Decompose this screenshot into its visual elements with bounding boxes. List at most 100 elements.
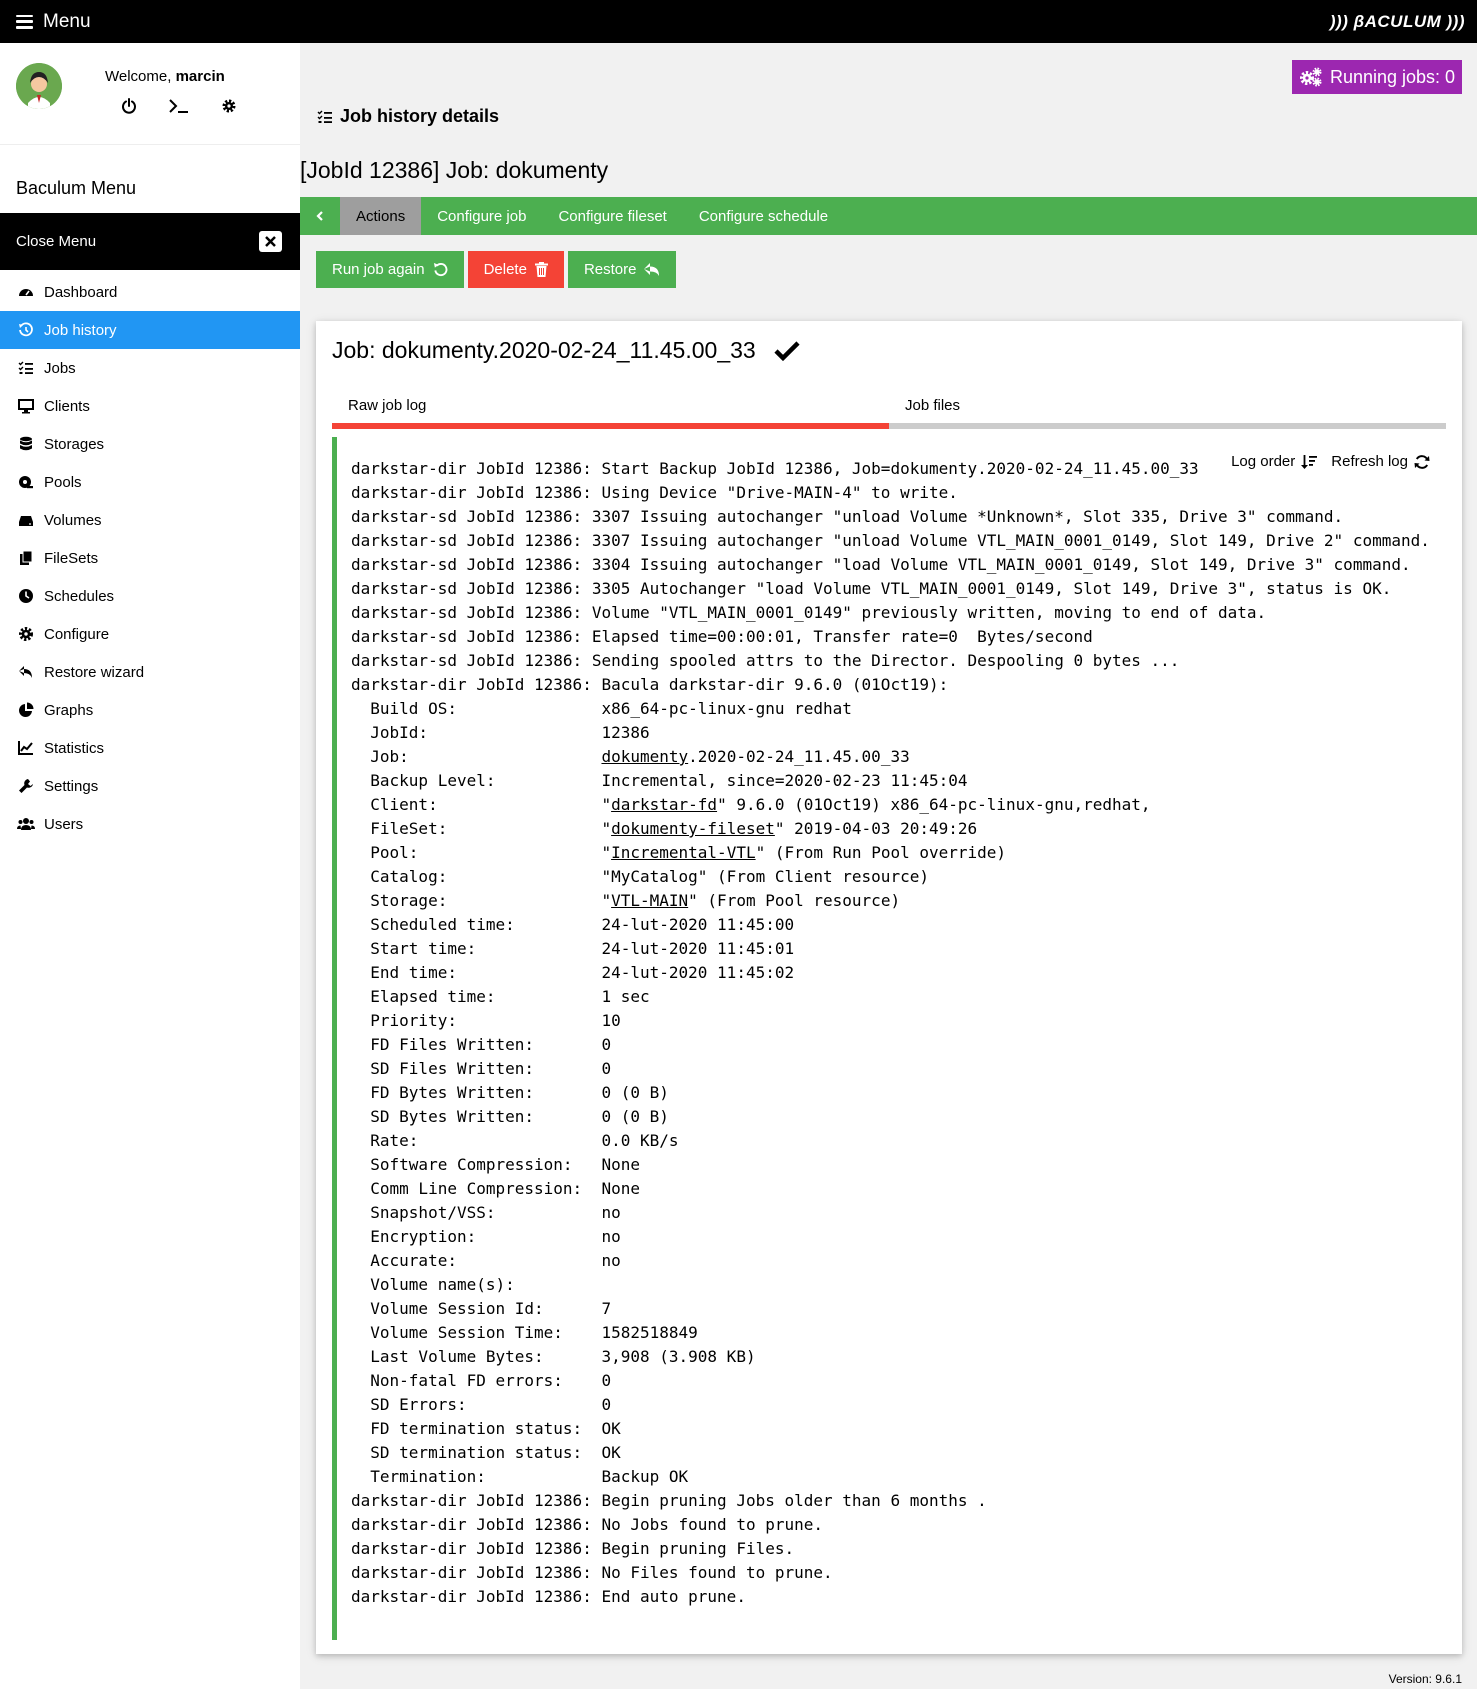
sidebar-item-dashboard[interactable]: Dashboard bbox=[0, 273, 300, 311]
tab-configure-schedule[interactable]: Configure schedule bbox=[683, 197, 844, 235]
log-line: darkstar-dir JobId 12386: End auto prune… bbox=[351, 1587, 746, 1606]
tab-actions[interactable]: Actions bbox=[340, 197, 422, 235]
log-line: Pool: "Incremental-VTL" (From Run Pool o… bbox=[351, 841, 1430, 865]
menu-label: Menu bbox=[43, 10, 91, 32]
version-text: Version: 9.6.1 bbox=[1388, 1672, 1462, 1686]
history-icon bbox=[17, 321, 35, 339]
copy-icon bbox=[17, 549, 35, 567]
log-line: darkstar-sd JobId 12386: Elapsed time=00… bbox=[351, 627, 1093, 646]
terminal-icon bbox=[169, 99, 188, 113]
tab-back-button[interactable] bbox=[300, 197, 340, 235]
log-line: Volume name(s): bbox=[351, 1275, 515, 1294]
sidebar-item-storages[interactable]: Storages bbox=[0, 425, 300, 463]
power-icon bbox=[122, 98, 136, 114]
job-log-card: Job: dokumenty.2020-02-24_11.45.00_33 Ra… bbox=[316, 321, 1462, 1654]
users-icon bbox=[17, 815, 35, 833]
log-line: Job: dokumenty.2020-02-24_11.45.00_33 bbox=[351, 745, 1430, 769]
job-link[interactable]: dokumenty bbox=[601, 747, 688, 766]
top-bar: Menu ))) βACULUM ))) bbox=[0, 0, 1477, 43]
tab-configure-fileset[interactable]: Configure fileset bbox=[542, 197, 682, 235]
log-text: FileSet: " bbox=[351, 819, 612, 838]
pool-link[interactable]: Incremental-VTL bbox=[611, 843, 756, 862]
baculum-logo[interactable]: ))) βACULUM ))) bbox=[1330, 0, 1465, 43]
log-subtabs: Raw job log Job files bbox=[332, 385, 1446, 429]
sidebar-item-filesets[interactable]: FileSets bbox=[0, 539, 300, 577]
log-line: Client: "darkstar-fd" 9.6.0 (01Oct19) x8… bbox=[351, 793, 1430, 817]
check-icon bbox=[774, 340, 800, 361]
log-line: darkstar-dir JobId 12386: Begin pruning … bbox=[351, 1539, 795, 1558]
pool-icon bbox=[17, 473, 35, 491]
sidebar-item-graphs[interactable]: Graphs bbox=[0, 691, 300, 729]
welcome-text: Welcome, marcin bbox=[105, 68, 225, 85]
tab-raw-job-log[interactable]: Raw job log bbox=[332, 385, 889, 429]
sidebar-item-restore-wizard[interactable]: Restore wizard bbox=[0, 653, 300, 691]
log-text: " (From Run Pool override) bbox=[755, 843, 1007, 862]
tasks-icon bbox=[317, 110, 332, 123]
log-line: darkstar-dir JobId 12386: Start Backup J… bbox=[351, 459, 1199, 478]
log-line: SD Bytes Written: 0 (0 B) bbox=[351, 1107, 669, 1126]
tab-job-files[interactable]: Job files bbox=[889, 385, 1446, 429]
sidebar-item-label: Configure bbox=[44, 625, 110, 643]
sidebar-nav: Dashboard Job history Jobs Clients Stora… bbox=[0, 273, 300, 843]
line-chart-icon bbox=[17, 739, 35, 757]
log-line: SD Files Written: 0 bbox=[351, 1059, 612, 1078]
sidebar-item-label: Clients bbox=[44, 397, 90, 415]
sidebar-item-job-history[interactable]: Job history bbox=[0, 311, 300, 349]
user-actions bbox=[118, 95, 240, 117]
log-line: darkstar-sd JobId 12386: Volume "VTL_MAI… bbox=[351, 603, 1267, 622]
sidebar-item-statistics[interactable]: Statistics bbox=[0, 729, 300, 767]
log-line: Termination: Backup OK bbox=[351, 1467, 689, 1486]
log-line: darkstar-sd JobId 12386: 3307 Issuing au… bbox=[351, 507, 1344, 526]
delete-button[interactable]: Delete bbox=[467, 251, 564, 288]
gear-icon bbox=[222, 99, 236, 113]
fileset-link[interactable]: dokumenty-fileset bbox=[611, 819, 775, 838]
settings-button[interactable] bbox=[218, 95, 240, 117]
log-line: Scheduled time: 24-lut-2020 11:45:00 bbox=[351, 915, 795, 934]
tab-configure-job[interactable]: Configure job bbox=[421, 197, 542, 235]
log-line: FD Files Written: 0 bbox=[351, 1035, 612, 1054]
sidebar-item-label: Settings bbox=[44, 777, 99, 795]
log-text: Storage: " bbox=[351, 891, 612, 910]
log-text: " 2019-04-03 20:49:26 bbox=[774, 819, 978, 838]
sidebar-item-label: Storages bbox=[44, 435, 105, 453]
log-text: Job: bbox=[351, 747, 602, 766]
pie-chart-icon bbox=[17, 701, 35, 719]
sidebar-item-jobs[interactable]: Jobs bbox=[0, 349, 300, 387]
log-line: darkstar-dir JobId 12386: Using Device "… bbox=[351, 483, 958, 502]
restore-button[interactable]: Restore bbox=[567, 251, 677, 288]
client-link[interactable]: darkstar-fd bbox=[611, 795, 717, 814]
storage-link[interactable]: VTL-MAIN bbox=[611, 891, 688, 910]
sidebar-item-configure[interactable]: Configure bbox=[0, 615, 300, 653]
console-button[interactable] bbox=[168, 95, 190, 117]
reply-icon bbox=[17, 663, 35, 681]
undo-icon bbox=[433, 262, 448, 277]
log-line: darkstar-dir JobId 12386: Begin pruning … bbox=[351, 1491, 987, 1510]
log-line: Rate: 0.0 KB/s bbox=[351, 1131, 679, 1150]
sidebar-item-label: Graphs bbox=[44, 701, 94, 719]
sidebar-item-users[interactable]: Users bbox=[0, 805, 300, 843]
log-line: Non-fatal FD errors: 0 bbox=[351, 1371, 612, 1390]
hdd-icon bbox=[17, 511, 35, 529]
sidebar-title: Baculum Menu bbox=[16, 178, 137, 198]
sidebar-item-clients[interactable]: Clients bbox=[0, 387, 300, 425]
page-heading: Job history details bbox=[316, 106, 499, 127]
logout-button[interactable] bbox=[118, 95, 140, 117]
log-line: darkstar-sd JobId 12386: Sending spooled… bbox=[351, 651, 1180, 670]
menu-toggle-button[interactable]: Menu bbox=[16, 0, 91, 43]
database-icon bbox=[17, 435, 35, 453]
card-title-text: Job: dokumenty.2020-02-24_11.45.00_33 bbox=[332, 337, 756, 363]
sidebar-item-settings[interactable]: Settings bbox=[0, 767, 300, 805]
user-box: Welcome, marcin bbox=[0, 43, 300, 145]
job-tab-bar: Actions Configure job Configure fileset … bbox=[300, 197, 1477, 235]
run-job-again-button[interactable]: Run job again bbox=[316, 251, 464, 288]
desktop-icon bbox=[17, 397, 35, 415]
running-jobs-button[interactable]: Running jobs: 0 bbox=[1292, 60, 1462, 94]
sidebar-item-schedules[interactable]: Schedules bbox=[0, 577, 300, 615]
sidebar-item-volumes[interactable]: Volumes bbox=[0, 501, 300, 539]
sidebar: Welcome, marcin Baculum Menu Close Menu … bbox=[0, 43, 300, 1689]
restore-label: Restore bbox=[583, 261, 637, 278]
sidebar-item-label: Volumes bbox=[44, 511, 102, 529]
close-menu-button[interactable]: Close Menu bbox=[0, 213, 300, 270]
sidebar-item-pools[interactable]: Pools bbox=[0, 463, 300, 501]
log-line: Accurate: no bbox=[351, 1251, 621, 1270]
